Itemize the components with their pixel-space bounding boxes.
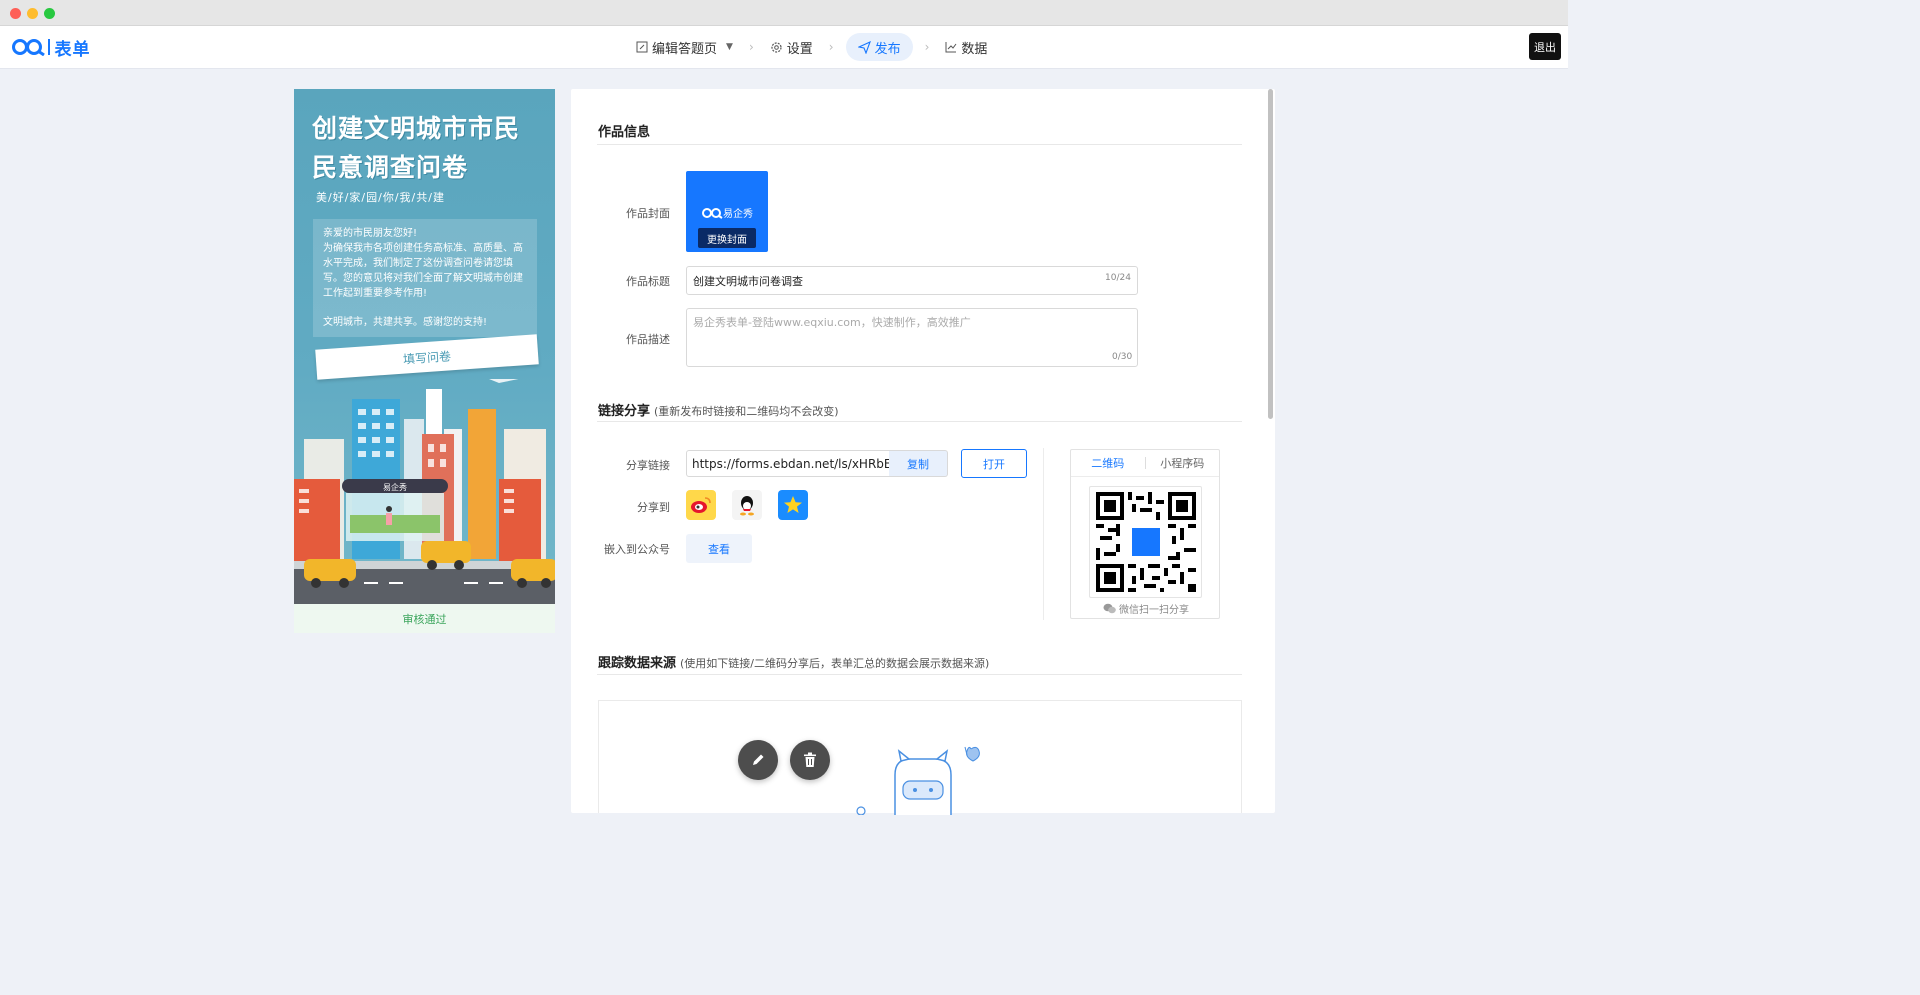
poster-body: 为确保我市各项创建任务高标准、高质量、高水平完成，我们制定了这份调查问卷请您填写… <box>323 243 523 299</box>
share-link-label: 分享链接 <box>626 459 670 472</box>
gear-icon <box>771 41 782 53</box>
divider <box>597 144 1242 145</box>
poster-title: 创建文明城市市民民意调查问卷 <box>312 114 521 182</box>
pencil-icon <box>753 754 764 765</box>
cover-label: 作品封面 <box>626 207 670 220</box>
tab-qrcode[interactable]: 二维码 <box>1071 455 1145 471</box>
scrollbar[interactable] <box>1268 89 1273 419</box>
maximize-window-button[interactable] <box>44 8 55 19</box>
tracking-title: 跟踪数据来源 (使用如下链接/二维码分享后，表单汇总的数据会展示数据来源) <box>598 656 990 671</box>
view-embed-button[interactable]: 查看 <box>686 534 752 563</box>
tracking-empty-area <box>598 700 1242 815</box>
step-settings[interactable]: 设置 <box>766 33 817 61</box>
title-char-count: 10/24 <box>1105 273 1131 283</box>
fill-survey-button[interactable]: 填写问卷 <box>315 334 539 380</box>
step-edit-label: 编辑答题页 <box>652 41 718 57</box>
step-data[interactable]: 数据 <box>941 33 991 61</box>
divider <box>597 421 1242 422</box>
chevron-right-icon: › <box>828 40 834 54</box>
send-icon <box>857 40 871 54</box>
embed-label: 嵌入到公众号 <box>604 543 670 556</box>
description-placeholder: 易企秀表单-登陆www.eqxiu.com，快速制作，高效推广 <box>693 316 971 329</box>
change-cover-button[interactable]: 更换封面 <box>698 228 756 248</box>
divider <box>597 674 1242 675</box>
description-label: 作品描述 <box>626 333 670 346</box>
qr-tabs: 二维码 小程序码 <box>1071 450 1219 477</box>
workflow-steps: 编辑答题页 ▼ › 设置 › 发布 › 数据 <box>632 32 991 62</box>
wechat-icon <box>1103 603 1116 614</box>
app-header: 表单 编辑答题页 ▼ › 设置 › 发布 › 数据 退出 <box>0 26 1568 69</box>
share-to-label: 分享到 <box>637 501 670 514</box>
city-illustration: 易企秀 <box>294 379 555 604</box>
title-input[interactable]: 创建文明城市问卷调查 <box>686 266 1138 295</box>
link-share-note: (重新发布时链接和二维码均不会改变) <box>654 405 839 418</box>
step-settings-label: 设置 <box>786 41 813 57</box>
weibo-icon[interactable] <box>686 490 716 520</box>
work-info-title: 作品信息 <box>598 125 651 140</box>
step-publish[interactable]: 发布 <box>845 33 913 61</box>
copy-link-button[interactable]: 复制 <box>889 450 948 477</box>
qr-code-image <box>1095 492 1196 592</box>
tracking-note: (使用如下链接/二维码分享后，表单汇总的数据会展示数据来源) <box>680 657 990 670</box>
bus-stop-sign: 易企秀 <box>383 482 407 492</box>
review-status: 审核通过 <box>294 604 555 633</box>
step-edit[interactable]: 编辑答题页 ▼ <box>632 33 737 61</box>
share-link-value: https://forms.ebdan.net/ls/xHRbEM <box>692 456 890 471</box>
open-link-button[interactable]: 打开 <box>961 449 1027 478</box>
chevron-right-icon: › <box>748 40 754 54</box>
brand-name: 表单 <box>54 39 91 60</box>
chart-icon <box>945 42 957 53</box>
eqxiu-logo-icon <box>12 39 45 56</box>
step-publish-label: 发布 <box>874 41 901 57</box>
minimize-window-button[interactable] <box>27 8 38 19</box>
qzone-icon[interactable] <box>778 490 808 520</box>
chevron-down-icon[interactable]: ▼ <box>726 42 733 52</box>
tab-miniprogram-code[interactable]: 小程序码 <box>1146 455 1220 471</box>
edit-fab-button[interactable] <box>738 740 778 780</box>
description-input[interactable]: 易企秀表单-登陆www.eqxiu.com，快速制作，高效推广 <box>686 308 1138 367</box>
share-link-input[interactable]: https://forms.ebdan.net/ls/xHRbEM <box>686 450 890 477</box>
cover-logo: 易企秀 <box>701 205 753 220</box>
vertical-divider <box>1043 448 1044 620</box>
poster-intro: 亲爱的市民朋友您好! 为确保我市各项创建任务高标准、高质量、高水平完成，我们制定… <box>313 219 537 337</box>
trash-icon <box>804 752 816 767</box>
step-data-label: 数据 <box>961 41 988 57</box>
window-titlebar <box>0 0 1568 26</box>
poster-preview: 创建文明城市市民民意调查问卷 美/好/家/园/你/我/共/建 亲爱的市民朋友您好… <box>294 89 555 604</box>
edit-icon <box>636 41 648 53</box>
delete-fab-button[interactable] <box>790 740 830 780</box>
qr-caption: 微信扫一扫分享 <box>1071 601 1221 616</box>
poster-subtitle: 美/好/家/园/你/我/共/建 <box>316 191 445 204</box>
cover-thumbnail[interactable]: 易企秀 更换封面 <box>686 171 768 252</box>
app-logo[interactable]: 表单 <box>11 35 91 60</box>
logo-divider <box>48 39 50 55</box>
description-char-count: 0/30 <box>1112 352 1133 362</box>
title-value: 创建文明城市问卷调查 <box>693 274 803 288</box>
exit-button[interactable]: 退出 <box>1529 33 1561 60</box>
poster-closing: 文明城市，共建共享。感谢您的支持! <box>323 317 488 328</box>
title-label: 作品标题 <box>626 275 670 288</box>
poster-greeting: 亲爱的市民朋友您好! <box>323 228 418 239</box>
link-share-title: 链接分享 (重新发布时链接和二维码均不会改变) <box>598 404 839 419</box>
eqxiu-logo-icon <box>702 207 723 219</box>
empty-state-illustration <box>856 746 980 815</box>
chevron-right-icon: › <box>924 40 930 54</box>
qr-code <box>1089 486 1202 598</box>
qr-panel: 二维码 小程序码 微信扫一扫分享 <box>1070 449 1220 619</box>
qq-icon[interactable] <box>732 490 762 520</box>
close-window-button[interactable] <box>10 8 21 19</box>
